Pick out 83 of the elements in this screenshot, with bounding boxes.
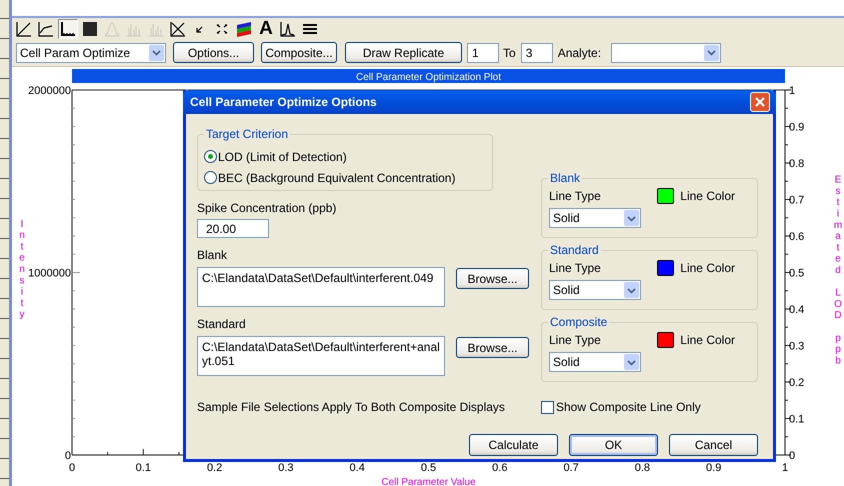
checkbox[interactable] bbox=[541, 400, 554, 414]
radio-label: LOD (Limit of Detection) bbox=[218, 150, 347, 164]
line-color-label: Line Color bbox=[680, 188, 735, 202]
group-legend: Standard bbox=[548, 243, 601, 257]
radio-button[interactable] bbox=[204, 150, 217, 163]
right-tick-label: 0 bbox=[789, 450, 796, 462]
radio-option[interactable]: BEC (Background Equivalent Concentration) bbox=[204, 167, 486, 188]
color-swatch[interactable] bbox=[657, 332, 674, 348]
x-axis-label: Cell Parameter Value bbox=[381, 476, 476, 486]
browse-button[interactable]: Browse... bbox=[456, 268, 529, 289]
x-tick-label: 0.1 bbox=[136, 462, 151, 474]
color-swatch[interactable] bbox=[657, 188, 674, 204]
analyte-label: Analyte: bbox=[558, 46, 602, 60]
browse-button[interactable]: Browse... bbox=[456, 337, 529, 358]
x-tick-label: 0.4 bbox=[350, 462, 365, 474]
field-label: Spike Concentration (ppb) bbox=[197, 201, 338, 216]
color-swatch[interactable] bbox=[657, 260, 674, 276]
line-type-dropdown[interactable]: Solid bbox=[549, 208, 641, 228]
x-tick-label: 0.3 bbox=[278, 462, 294, 474]
right-tick-label: 0.2 bbox=[789, 376, 804, 389]
toolbar-button[interactable]: Composite... bbox=[261, 42, 337, 64]
right-tick-label: 0.6 bbox=[789, 230, 804, 243]
group-legend: Composite bbox=[548, 315, 610, 329]
line-type-label: Line Type bbox=[549, 260, 602, 274]
caret-icon bbox=[624, 210, 639, 226]
axis-icon[interactable] bbox=[58, 18, 78, 39]
group-legend: Target Criterion bbox=[204, 127, 290, 141]
x-tick-label: 0.7 bbox=[563, 462, 579, 474]
line-type-dropdown[interactable]: Solid bbox=[549, 280, 641, 300]
field-label: Blank bbox=[197, 248, 228, 263]
note-text: Sample File Selections Apply To Both Composite Displays bbox=[197, 400, 506, 414]
caret-icon bbox=[704, 44, 720, 61]
dialog-title: Cell Parameter Optimize Options bbox=[190, 95, 377, 109]
right-tick-label: 0.5 bbox=[789, 267, 804, 280]
line-color-label: Line Color bbox=[680, 332, 735, 346]
caret-icon bbox=[624, 354, 639, 370]
right-tick-label: 1 bbox=[789, 84, 796, 97]
x-tick-label: 0.5 bbox=[420, 462, 436, 474]
text-icon[interactable]: A bbox=[256, 18, 276, 39]
line-color-label: Line Color bbox=[680, 260, 735, 274]
line-type-label: Line Type bbox=[549, 188, 602, 202]
file-path-field[interactable]: C:\Elandata\DataSet\Default\interferent+analyt.051 bbox=[197, 336, 445, 376]
radio-label: BEC (Background Equivalent Concentration) bbox=[218, 170, 456, 184]
right-axis-label: Estimated LOD ppb bbox=[834, 174, 842, 366]
line-type-label: Line Type bbox=[549, 332, 602, 346]
analyte-dropdown[interactable] bbox=[611, 42, 722, 63]
x-tick-label: 0 bbox=[68, 462, 76, 474]
group-legend: Blank bbox=[548, 171, 582, 185]
right-tick-label: 0.9 bbox=[789, 121, 804, 134]
right-tick-label: 0.3 bbox=[789, 340, 804, 352]
right-tick-label: 0.8 bbox=[789, 158, 804, 170]
right-tick-label: 0.7 bbox=[789, 194, 804, 206]
x-tick-label: 1 bbox=[782, 462, 788, 474]
range-from-field[interactable]: 1 bbox=[467, 42, 499, 63]
y-axis-label: Intensity bbox=[19, 218, 25, 320]
field-label: Standard bbox=[197, 317, 247, 332]
line-type-dropdown[interactable]: Solid bbox=[549, 352, 641, 372]
close-icon bbox=[754, 96, 766, 108]
x-tick-label: 0.6 bbox=[492, 462, 508, 474]
toolbar-button[interactable]: Options... bbox=[173, 42, 254, 64]
dialog-button[interactable]: Cancel bbox=[669, 434, 758, 456]
range-to-label: To bbox=[503, 46, 516, 60]
plot-type-dropdown[interactable]: Cell Param Optimize bbox=[16, 42, 166, 63]
radio-option[interactable]: LOD (Limit of Detection) bbox=[204, 146, 486, 167]
toolbar-button[interactable]: Draw Replicate bbox=[345, 42, 462, 64]
dialog-button[interactable]: OK bbox=[569, 434, 658, 456]
caret-icon bbox=[624, 282, 639, 298]
right-tick-label: 0.1 bbox=[789, 413, 804, 426]
x-tick-label: 0.2 bbox=[206, 462, 222, 474]
close-button[interactable] bbox=[750, 92, 770, 112]
plot-title: Cell Parameter Optimization Plot bbox=[356, 72, 502, 83]
x-tick-label: 0.9 bbox=[706, 462, 722, 474]
caret-icon bbox=[149, 44, 164, 61]
x-tick-label: 0.8 bbox=[634, 462, 650, 474]
y-tick-label: 1000000 bbox=[28, 267, 71, 280]
right-tick-label: 0.4 bbox=[789, 304, 804, 316]
file-path-field[interactable]: C:\Elandata\DataSet\Default\interferent.049 bbox=[197, 267, 445, 307]
dialog-button[interactable]: Calculate bbox=[469, 434, 558, 456]
radio-button[interactable] bbox=[204, 171, 217, 184]
y-tick-label: 2000000 bbox=[28, 84, 71, 97]
range-to-field[interactable]: 3 bbox=[520, 42, 553, 63]
y-tick-label: 0 bbox=[64, 450, 71, 462]
spike-field[interactable]: 20.00 bbox=[197, 219, 269, 238]
